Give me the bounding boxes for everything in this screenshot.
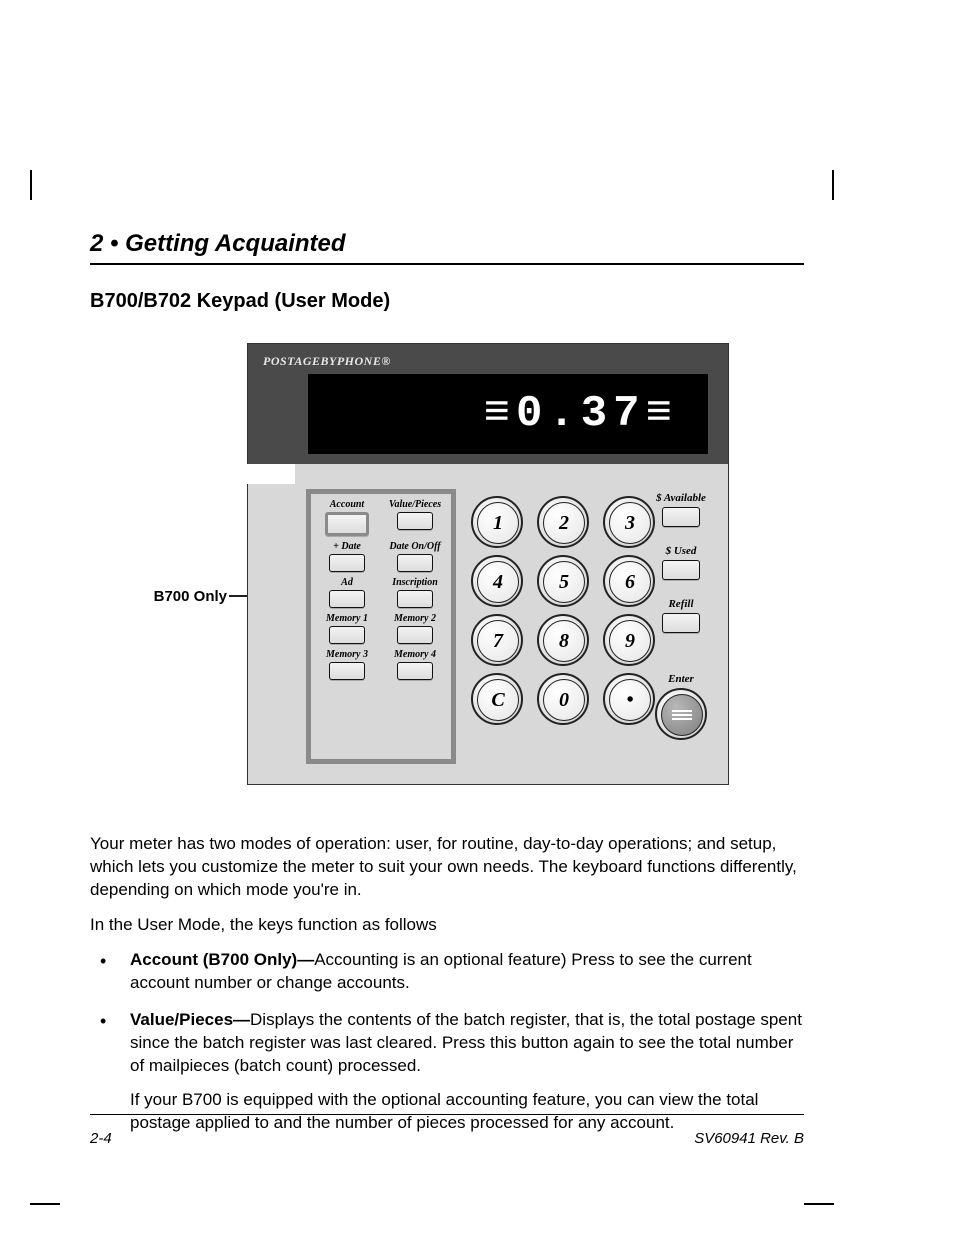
ad-button[interactable] bbox=[329, 590, 365, 608]
refill-label: Refill bbox=[646, 598, 716, 610]
lcd-text: ≡0.37≡ bbox=[484, 389, 678, 439]
num-4-button[interactable]: 4 bbox=[471, 555, 523, 607]
memory4-label: Memory 4 bbox=[385, 650, 445, 660]
right-key-column: $ Available $ Used Refill Enter bbox=[646, 492, 716, 740]
device-top: POSTAGEBYPHONE® ≡0.37≡ bbox=[248, 344, 728, 464]
bullet-subparagraph: If your B700 is equipped with the option… bbox=[130, 1089, 804, 1135]
revision-label: SV60941 Rev. B bbox=[694, 1130, 804, 1147]
value-pieces-label: Value/Pieces bbox=[385, 500, 445, 510]
memory1-label: Memory 1 bbox=[317, 614, 377, 624]
crop-mark bbox=[30, 170, 32, 200]
paragraph: Your meter has two modes of operation: u… bbox=[90, 833, 804, 902]
num-7-button[interactable]: 7 bbox=[471, 614, 523, 666]
memory2-label: Memory 2 bbox=[385, 614, 445, 624]
page: 2 • Getting Acquainted B700/B702 Keypad … bbox=[0, 0, 954, 1235]
inscription-button[interactable] bbox=[397, 590, 433, 608]
account-button[interactable] bbox=[325, 512, 369, 536]
plus-date-label: + Date bbox=[317, 542, 377, 552]
refill-button[interactable] bbox=[662, 613, 700, 633]
brand-label: POSTAGEBYPHONE® bbox=[263, 354, 391, 369]
keypad-area: Account Value/Pieces + Date bbox=[296, 484, 728, 784]
function-key-block: Account Value/Pieces + Date bbox=[306, 489, 456, 764]
body-text: Your meter has two modes of operation: u… bbox=[90, 833, 804, 1135]
enter-label: Enter bbox=[646, 673, 716, 685]
keypad-figure: B700 Only POSTAGEBYPHONE® ≡0.37≡ bbox=[127, 343, 767, 803]
date-onoff-label: Date On/Off bbox=[385, 542, 445, 552]
used-label: $ Used bbox=[646, 545, 716, 557]
num-0-button[interactable]: 0 bbox=[537, 673, 589, 725]
page-number: 2-4 bbox=[90, 1130, 112, 1147]
bullet-item: Value/Pieces—Displays the contents of th… bbox=[90, 1009, 804, 1136]
account-label: Account bbox=[317, 500, 377, 510]
date-onoff-button[interactable] bbox=[397, 554, 433, 572]
enter-button[interactable] bbox=[655, 688, 707, 740]
bullet-item: Account (B700 Only)—Accounting is an opt… bbox=[90, 949, 804, 995]
memory1-button[interactable] bbox=[329, 626, 365, 644]
num-2-button[interactable]: 2 bbox=[537, 496, 589, 548]
available-label: $ Available bbox=[646, 492, 716, 504]
content-area: 2 • Getting Acquainted B700/B702 Keypad … bbox=[90, 230, 804, 1149]
memory3-button[interactable] bbox=[329, 662, 365, 680]
crop-mark bbox=[30, 1203, 60, 1205]
term-value-pieces: Value/Pieces— bbox=[130, 1010, 250, 1029]
inscription-label: Inscription bbox=[385, 578, 445, 588]
ad-label: Ad bbox=[317, 578, 377, 588]
paragraph: In the User Mode, the keys function as f… bbox=[90, 914, 804, 937]
chapter-title: 2 • Getting Acquainted bbox=[90, 230, 804, 258]
memory2-button[interactable] bbox=[397, 626, 433, 644]
page-footer: 2-4 SV60941 Rev. B bbox=[90, 1130, 804, 1147]
plus-date-button[interactable] bbox=[329, 554, 365, 572]
term-account: Account (B700 Only)— bbox=[130, 950, 314, 969]
section-title: B700/B702 Keypad (User Mode) bbox=[90, 290, 804, 313]
value-pieces-button[interactable] bbox=[397, 512, 433, 530]
device-notch bbox=[247, 464, 295, 484]
crop-mark bbox=[832, 170, 834, 200]
device-panel: POSTAGEBYPHONE® ≡0.37≡ Account bbox=[247, 343, 729, 785]
lcd-display: ≡0.37≡ bbox=[308, 374, 708, 454]
used-button[interactable] bbox=[662, 560, 700, 580]
num-8-button[interactable]: 8 bbox=[537, 614, 589, 666]
numeric-keypad: 1 2 3 4 5 6 7 8 9 C 0 • bbox=[471, 496, 661, 728]
memory3-label: Memory 3 bbox=[317, 650, 377, 660]
num-5-button[interactable]: 5 bbox=[537, 555, 589, 607]
memory4-button[interactable] bbox=[397, 662, 433, 680]
enter-icon bbox=[672, 708, 692, 722]
footer-rule bbox=[90, 1114, 804, 1115]
num-1-button[interactable]: 1 bbox=[471, 496, 523, 548]
chapter-rule bbox=[90, 263, 804, 265]
callout-b700-only: B700 Only bbox=[127, 588, 227, 605]
crop-mark bbox=[804, 1203, 834, 1205]
clear-button[interactable]: C bbox=[471, 673, 523, 725]
available-button[interactable] bbox=[662, 507, 700, 527]
